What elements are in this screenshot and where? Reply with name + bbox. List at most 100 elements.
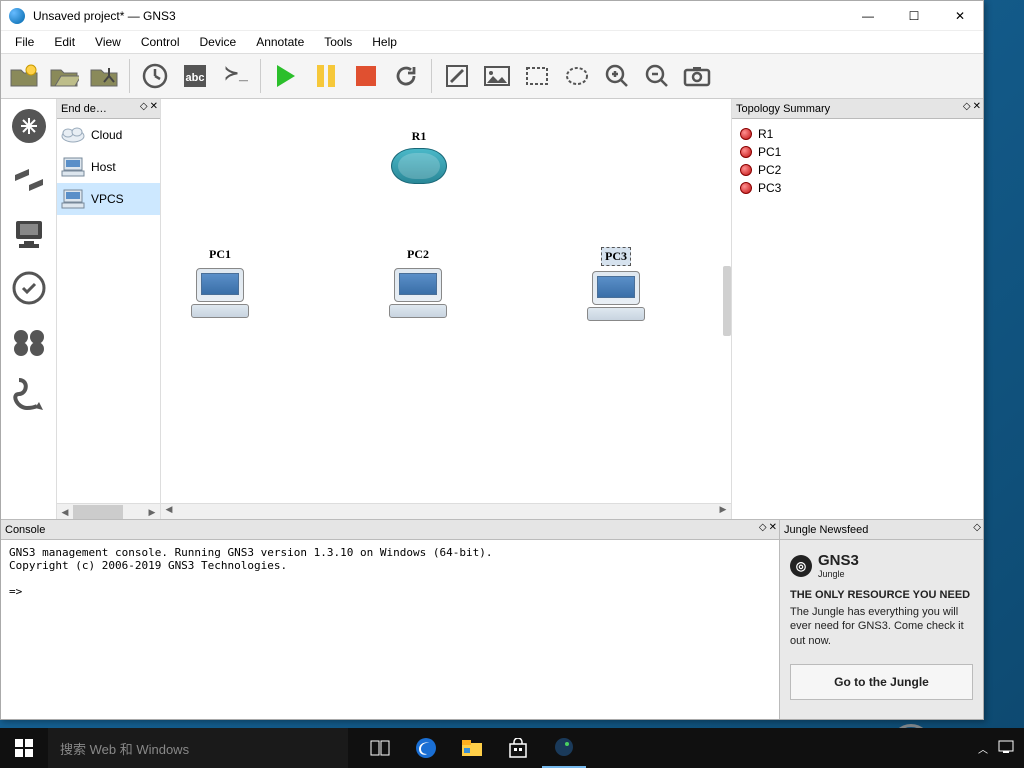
router-icon: [391, 148, 447, 184]
topology-item[interactable]: R1: [740, 125, 975, 143]
screenshot-button[interactable]: [678, 57, 716, 95]
switches-category-button[interactable]: [6, 157, 52, 203]
taskbar-gns3-icon[interactable]: [542, 728, 586, 768]
toolbar: abc ≻_: [1, 53, 983, 99]
menu-device[interactable]: Device: [190, 33, 247, 51]
panel-float-icon[interactable]: ◇: [140, 101, 148, 112]
topology-item[interactable]: PC1: [740, 143, 975, 161]
panel-float-icon[interactable]: ◇: [759, 522, 767, 533]
device-list-scrollbar[interactable]: ◀▶: [57, 503, 160, 519]
minimize-button[interactable]: —: [845, 1, 891, 31]
canvas-hscrollbar[interactable]: ◀ ▶: [161, 503, 731, 519]
titlebar: Unsaved project* — GNS3 — ☐ ✕: [1, 1, 983, 31]
task-view-button[interactable]: [358, 728, 402, 768]
routers-category-button[interactable]: [6, 103, 52, 149]
panel-close-icon[interactable]: ✕: [769, 522, 777, 533]
pc-icon: [191, 268, 249, 318]
close-button[interactable]: ✕: [937, 1, 983, 31]
pc-icon: [389, 268, 447, 318]
show-interfaces-button[interactable]: abc: [176, 57, 214, 95]
menu-file[interactable]: File: [5, 33, 44, 51]
device-item-label: Host: [91, 160, 116, 174]
node-pc2[interactable]: PC2: [389, 247, 447, 318]
console-panel-title: Console ◇✕: [1, 520, 779, 540]
topology-item[interactable]: PC3: [740, 179, 975, 197]
app-icon: [9, 8, 25, 24]
device-panel-title: End de… ◇✕: [57, 99, 160, 119]
panel-float-icon[interactable]: ◇: [963, 101, 971, 112]
console-all-button[interactable]: ≻_: [216, 57, 254, 95]
topology-canvas[interactable]: R1 PC1 PC2: [161, 99, 731, 519]
topology-item[interactable]: PC2: [740, 161, 975, 179]
cloud-icon: [61, 125, 85, 145]
add-link-button[interactable]: [6, 373, 52, 419]
menu-bar: File Edit View Control Device Annotate T…: [1, 31, 983, 53]
jungle-panel-title: Jungle Newsfeed ◇: [780, 520, 983, 540]
panel-float-icon[interactable]: ◇: [973, 522, 981, 533]
annotation-note-button[interactable]: [438, 57, 476, 95]
end-devices-category-button[interactable]: [6, 211, 52, 257]
device-category-bar: [1, 99, 57, 519]
tray-expand-icon[interactable]: ︿: [978, 741, 988, 756]
console-panel: Console ◇✕ GNS3 management console. Runn…: [1, 519, 779, 719]
windows-taskbar: 搜索 Web 和 Windows ︿: [0, 728, 1024, 768]
device-list-panel: End de… ◇✕ Cloud Host: [57, 99, 161, 519]
status-stopped-icon: [740, 128, 752, 140]
panel-close-icon[interactable]: ✕: [150, 101, 158, 112]
start-button[interactable]: [0, 728, 48, 768]
taskbar-explorer-icon[interactable]: [450, 728, 494, 768]
taskbar-search[interactable]: 搜索 Web 和 Windows: [48, 728, 348, 768]
menu-annotate[interactable]: Annotate: [246, 33, 314, 51]
device-item-label: Cloud: [91, 128, 122, 142]
zoom-out-button[interactable]: [638, 57, 676, 95]
reload-all-button[interactable]: [387, 57, 425, 95]
menu-control[interactable]: Control: [131, 33, 190, 51]
snapshot-button[interactable]: [136, 57, 174, 95]
save-project-button[interactable]: [85, 57, 123, 95]
open-project-button[interactable]: [45, 57, 83, 95]
svg-text:abc: abc: [186, 72, 205, 84]
host-icon: [61, 157, 85, 177]
console-output[interactable]: GNS3 management console. Running GNS3 ve…: [1, 540, 779, 719]
canvas-vscroll-thumb[interactable]: [723, 266, 731, 336]
go-to-jungle-button[interactable]: Go to the Jungle: [790, 664, 973, 700]
menu-tools[interactable]: Tools: [314, 33, 362, 51]
all-devices-category-button[interactable]: [6, 319, 52, 365]
gns3-window: Unsaved project* — GNS3 — ☐ ✕ File Edit …: [0, 0, 984, 720]
panel-close-icon[interactable]: ✕: [973, 101, 981, 112]
annotation-ellipse-button[interactable]: [558, 57, 596, 95]
menu-edit[interactable]: Edit: [44, 33, 85, 51]
stop-all-button[interactable]: [347, 57, 385, 95]
device-item-host[interactable]: Host: [57, 151, 160, 183]
status-stopped-icon: [740, 182, 752, 194]
topology-summary-panel: Topology Summary ◇✕ R1 PC1 PC2 PC3: [731, 99, 983, 519]
topology-panel-title: Topology Summary ◇✕: [732, 99, 983, 119]
start-all-button[interactable]: [267, 57, 305, 95]
node-r1[interactable]: R1: [391, 129, 447, 184]
device-item-cloud[interactable]: Cloud: [57, 119, 160, 151]
jungle-newsfeed-panel: Jungle Newsfeed ◇ ◎ GNS3 Jungle THE ONLY…: [779, 519, 983, 719]
svg-text:≻_: ≻_: [224, 63, 248, 83]
jungle-logo: ◎ GNS3 Jungle: [790, 552, 973, 579]
status-stopped-icon: [740, 146, 752, 158]
tray-network-icon[interactable]: [998, 740, 1014, 757]
menu-help[interactable]: Help: [362, 33, 407, 51]
window-title: Unsaved project* — GNS3: [33, 9, 845, 23]
security-category-button[interactable]: [6, 265, 52, 311]
menu-view[interactable]: View: [85, 33, 131, 51]
annotation-image-button[interactable]: [478, 57, 516, 95]
jungle-text: The Jungle has everything you will ever …: [790, 605, 973, 648]
pc-icon: [587, 271, 645, 321]
taskbar-edge-icon[interactable]: [404, 728, 448, 768]
annotation-rect-button[interactable]: [518, 57, 556, 95]
node-pc3[interactable]: PC3: [587, 247, 645, 321]
pause-all-button[interactable]: [307, 57, 345, 95]
node-pc1[interactable]: PC1: [191, 247, 249, 318]
taskbar-store-icon[interactable]: [496, 728, 540, 768]
maximize-button[interactable]: ☐: [891, 1, 937, 31]
new-project-button[interactable]: [5, 57, 43, 95]
device-item-vpcs[interactable]: VPCS: [57, 183, 160, 215]
zoom-in-button[interactable]: [598, 57, 636, 95]
device-item-label: VPCS: [91, 192, 124, 206]
gns3-logo-icon: ◎: [790, 555, 812, 577]
